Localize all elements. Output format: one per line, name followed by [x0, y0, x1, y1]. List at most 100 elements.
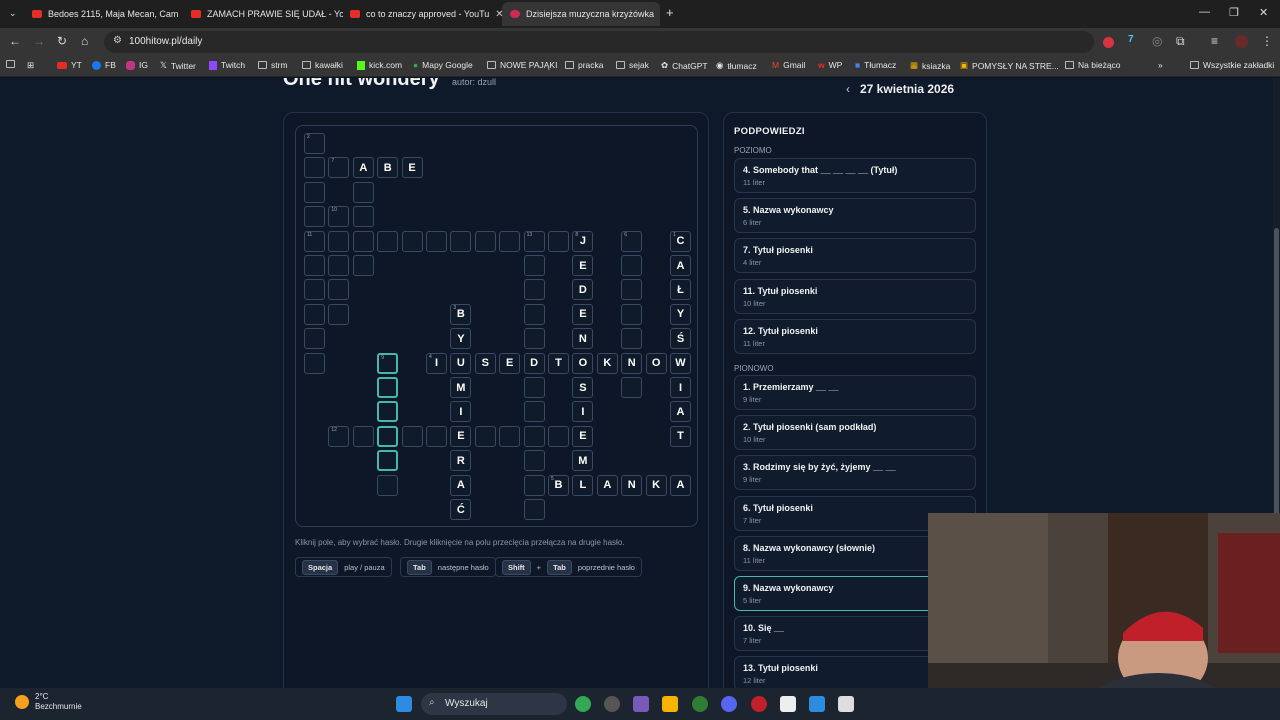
grid-cell[interactable] [352, 255, 374, 276]
grid-cell[interactable]: T [548, 352, 569, 374]
grid-cell[interactable] [621, 255, 643, 276]
clue-item[interactable]: 5. Nazwa wykonawcy 6 liter [734, 198, 976, 234]
file-explorer-icon[interactable] [662, 696, 678, 712]
grid-cell[interactable]: 10 [328, 206, 350, 228]
grid-cell[interactable]: 2 [304, 133, 325, 154]
back-icon[interactable]: ← [9, 34, 21, 48]
grid-cell[interactable]: S [474, 352, 496, 374]
grid-cell[interactable] [304, 157, 325, 179]
grid-cell[interactable] [499, 425, 521, 447]
tab-3[interactable]: co to znaczy approved - YouTu ✕ [342, 4, 502, 24]
settings-icon[interactable] [604, 696, 620, 712]
grid-cell[interactable] [377, 401, 399, 423]
bookmark-tlumacz-2[interactable]: ■ Tłumacz [855, 60, 896, 70]
grid-cell[interactable]: I [670, 377, 691, 398]
grid-cell[interactable] [426, 425, 447, 447]
grid-cell[interactable]: 8J [572, 230, 594, 252]
grid-cell[interactable] [377, 230, 399, 252]
grid-cell[interactable]: Y [670, 303, 691, 325]
grid-cell[interactable] [328, 279, 350, 301]
bookmark-all[interactable]: Wszystkie zakładki [1190, 60, 1274, 70]
grid-cell[interactable] [304, 255, 325, 276]
grid-cell[interactable]: Ć [450, 499, 472, 520]
grid-cell[interactable] [523, 255, 545, 276]
grid-cell[interactable]: A [450, 474, 472, 496]
grid-cell[interactable]: I [572, 401, 594, 423]
grid-cell[interactable] [304, 181, 325, 203]
grid-cell[interactable]: A [670, 474, 691, 496]
grid-cell[interactable] [474, 425, 496, 447]
close-tab-icon[interactable]: ✕ [495, 9, 502, 20]
address-bar[interactable]: ⚙ 100hitow.pl/daily [104, 31, 1094, 53]
grid-cell[interactable] [621, 303, 643, 325]
grid-cell[interactable]: E [572, 303, 594, 325]
bookmark-pracka[interactable]: pracka [565, 60, 604, 70]
grid-cell[interactable]: E [499, 352, 521, 374]
reload-icon[interactable]: ↻ [57, 34, 67, 48]
grid-cell[interactable] [377, 377, 399, 398]
grid-cell[interactable] [523, 425, 545, 447]
grid-cell[interactable]: Ł [670, 279, 691, 301]
grid-cell[interactable] [426, 230, 447, 252]
grid-cell[interactable]: U [450, 352, 472, 374]
grid-cell[interactable]: M [450, 377, 472, 398]
minimize-icon[interactable]: — [1199, 6, 1210, 18]
grid-cell[interactable]: I [450, 401, 472, 423]
grid-cell[interactable]: E [401, 157, 423, 179]
grid-cell[interactable]: K [645, 474, 667, 496]
grid-cell[interactable] [328, 303, 350, 325]
media-icon[interactable]: ≡ [1211, 34, 1218, 48]
grid-cell[interactable] [450, 230, 472, 252]
grid-cell[interactable] [621, 328, 643, 350]
bookmark-fb[interactable]: FB [92, 60, 116, 70]
maximize-icon[interactable]: ❐ [1229, 6, 1239, 19]
grid-cell[interactable] [328, 230, 350, 252]
clue-item[interactable]: 4. Somebody that __ __ __ __ (Tytuł) 11 l… [734, 158, 976, 193]
bookmark-chatgpt[interactable]: ✿ ChatGPT [661, 60, 708, 71]
grid-cell[interactable]: O [572, 352, 594, 374]
clue-item[interactable]: 2. Tytuł piosenki (sam podkład) 10 liter [734, 415, 976, 451]
grid-cell[interactable] [548, 425, 569, 447]
grid-cell[interactable] [523, 279, 545, 301]
sidebar-toggle-icon[interactable] [6, 60, 15, 68]
bookmark-maps[interactable]: ● Mapy Google [413, 60, 473, 70]
bookmark-gmail[interactable]: M Gmail [772, 60, 805, 70]
grid-cell[interactable]: Y [450, 328, 472, 350]
grid-cell[interactable] [474, 230, 496, 252]
grid-cell[interactable]: 1C [670, 230, 691, 252]
grid-cell[interactable]: S [572, 377, 594, 398]
grid-cell[interactable] [523, 328, 545, 350]
grid-cell[interactable]: A [670, 255, 691, 276]
bookmark-twitch[interactable]: Twitch [209, 60, 245, 70]
grid-cell[interactable]: B [377, 157, 399, 179]
grid-cell[interactable]: N [572, 328, 594, 350]
clue-item[interactable]: 11. Tytuł piosenki 10 liter [734, 278, 976, 314]
tab-2[interactable]: ZAMACH PRAWIE SIĘ UDAŁ - Yo✕ [183, 4, 343, 24]
grid-cell[interactable]: A [596, 474, 618, 496]
close-window-icon[interactable]: ✕ [1259, 6, 1268, 19]
bookmark-ig[interactable]: IG [126, 60, 148, 70]
grid-cell[interactable] [523, 499, 545, 520]
grid-cell[interactable] [328, 255, 350, 276]
bookmark-wp[interactable]: w WP [818, 60, 842, 70]
more-bookmarks-icon[interactable]: » [1158, 60, 1163, 70]
grid-cell[interactable]: 12 [328, 425, 350, 447]
grid-cell[interactable]: Ś [670, 328, 691, 350]
app-icon-3[interactable] [780, 696, 796, 712]
grid-cell[interactable] [401, 230, 423, 252]
grid-cell[interactable]: 13 [523, 230, 545, 252]
grid-cell[interactable] [304, 279, 325, 301]
bookmark-twitter[interactable]: 𝕏 Twitter [160, 60, 196, 71]
grid-cell[interactable]: A [352, 157, 374, 179]
tab-search-icon[interactable]: ⌄ [9, 8, 17, 19]
grid-cell[interactable] [548, 230, 569, 252]
weather-widget[interactable]: 2°C Bezchmurnie [15, 692, 82, 712]
tab-4-active[interactable]: Dzisiejsza muzyczna krzyżówka✕ [502, 2, 660, 26]
grid-cell[interactable]: E [572, 425, 594, 447]
clue-item[interactable]: 7. Tytuł piosenki 4 liter [734, 238, 976, 274]
grid-cell[interactable]: R [450, 450, 472, 472]
chrome-icon[interactable] [575, 696, 591, 712]
home-icon[interactable]: ⌂ [81, 34, 88, 48]
grid-cell[interactable]: D [572, 279, 594, 301]
grid-cell[interactable]: 7 [328, 157, 350, 179]
